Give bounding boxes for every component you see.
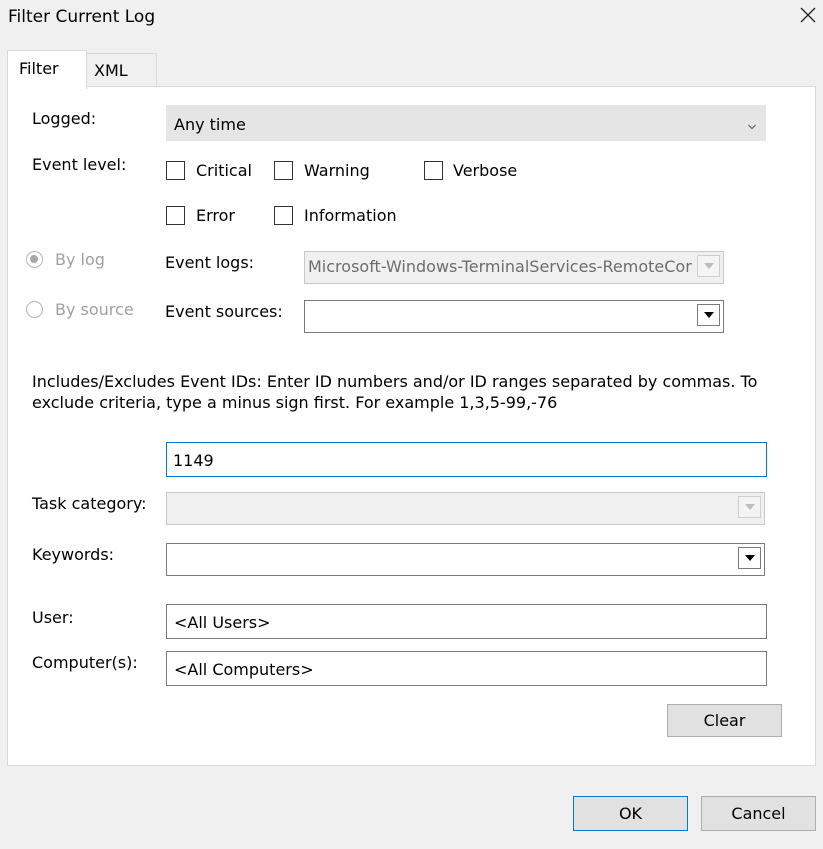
keywords-dropdown-button[interactable] [738, 547, 761, 569]
user-value: <All Users> [174, 613, 271, 632]
task-category-label: Task category: [32, 494, 147, 513]
tab-xml[interactable]: XML [86, 53, 157, 87]
keywords-combo[interactable] [166, 543, 765, 576]
event-ids-value: 1149 [173, 451, 214, 470]
tab-xml-label: XML [94, 61, 128, 80]
window-title: Filter Current Log [8, 7, 156, 27]
verbose-checkbox[interactable] [424, 161, 443, 180]
user-input[interactable]: <All Users> [166, 604, 767, 639]
task-category-dropdown-button[interactable] [738, 496, 761, 518]
clear-button-label: Clear [703, 711, 746, 730]
computers-value: <All Computers> [174, 660, 314, 679]
information-label: Information [304, 206, 397, 225]
by-log-label: By log [55, 250, 105, 269]
ok-button-label: OK [618, 804, 643, 823]
clear-button[interactable]: Clear [667, 704, 782, 737]
dropdown-arrow-icon [703, 312, 714, 318]
tab-filter-label: Filter [19, 59, 59, 78]
close-icon [800, 7, 816, 23]
dropdown-arrow-icon [703, 263, 714, 269]
error-label: Error [196, 206, 235, 225]
tab-filter[interactable]: Filter [7, 50, 87, 89]
event-sources-dropdown-button[interactable] [697, 304, 720, 326]
warning-label: Warning [304, 161, 370, 180]
logged-select[interactable]: Any time [166, 105, 766, 141]
warning-checkbox[interactable] [274, 161, 293, 180]
event-logs-label: Event logs: [165, 253, 255, 272]
task-category-combo[interactable] [166, 492, 765, 525]
information-checkbox[interactable] [274, 206, 293, 225]
chevron-down-icon [747, 117, 757, 136]
event-level-label: Event level: [32, 155, 127, 174]
radio-selected-dot [30, 255, 38, 263]
cancel-button[interactable]: Cancel [701, 796, 816, 831]
user-label: User: [32, 608, 74, 627]
computers-label: Computer(s): [32, 653, 138, 672]
by-source-label: By source [55, 300, 134, 319]
event-sources-label: Event sources: [165, 302, 283, 321]
verbose-label: Verbose [453, 161, 518, 180]
close-button[interactable] [795, 2, 821, 28]
logged-value: Any time [174, 115, 246, 134]
critical-label: Critical [196, 161, 252, 180]
event-logs-combo[interactable]: Microsoft-Windows-TerminalServices-Remot… [304, 251, 724, 284]
ok-button[interactable]: OK [573, 796, 688, 831]
logged-label: Logged: [32, 109, 97, 128]
event-ids-input[interactable]: 1149 [166, 442, 767, 477]
error-checkbox[interactable] [166, 206, 185, 225]
computers-input[interactable]: <All Computers> [166, 651, 767, 686]
by-source-radio[interactable] [26, 301, 43, 318]
event-ids-description: Includes/Excludes Event IDs: Enter ID nu… [32, 372, 758, 412]
event-sources-combo[interactable] [304, 300, 724, 333]
keywords-label: Keywords: [32, 545, 115, 564]
by-log-radio[interactable] [26, 251, 43, 268]
event-logs-dropdown-button[interactable] [697, 255, 720, 277]
dropdown-arrow-icon [744, 555, 755, 561]
cancel-button-label: Cancel [731, 804, 786, 823]
event-logs-value: Microsoft-Windows-TerminalServices-Remot… [308, 257, 692, 276]
dropdown-arrow-icon [744, 504, 755, 510]
critical-checkbox[interactable] [166, 161, 185, 180]
